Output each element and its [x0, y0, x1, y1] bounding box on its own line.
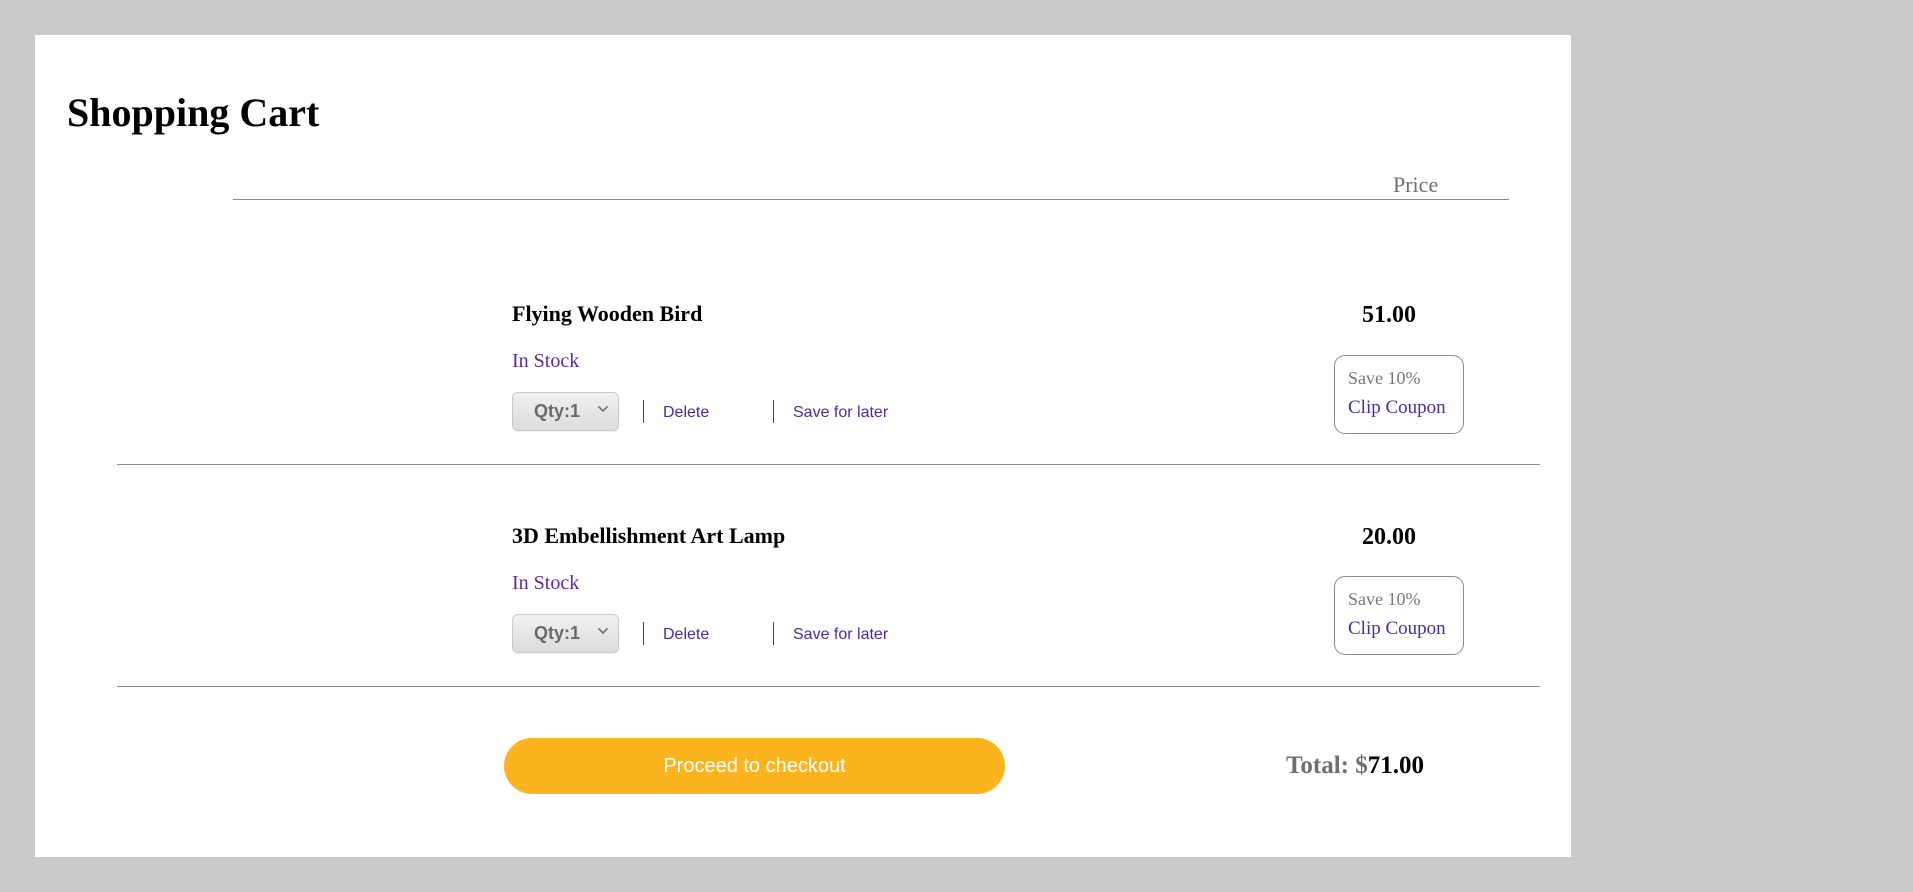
- item-name: Flying Wooden Bird: [512, 301, 703, 326]
- save-for-later-link[interactable]: Save for later: [793, 627, 888, 643]
- quantity-label: Qty:1: [534, 401, 581, 421]
- action-separator: [643, 622, 644, 645]
- delete-link[interactable]: Delete: [663, 627, 709, 643]
- quantity-select[interactable]: Qty:1: [512, 614, 619, 653]
- clip-coupon-link[interactable]: Clip Coupon: [1348, 398, 1446, 417]
- item-name: 3D Embellishment Art Lamp: [512, 523, 786, 548]
- item-price: 51.00: [1362, 302, 1416, 328]
- action-separator: [643, 400, 644, 423]
- clip-coupon-link[interactable]: Clip Coupon: [1348, 619, 1446, 638]
- coupon-box[interactable]: Save 10% Clip Coupon: [1334, 576, 1464, 655]
- stock-status: In Stock: [512, 350, 580, 372]
- coupon-box[interactable]: Save 10% Clip Coupon: [1334, 355, 1464, 434]
- coupon-discount: Save 10%: [1348, 589, 1421, 609]
- price-column-header: Price: [1393, 172, 1439, 197]
- delete-link[interactable]: Delete: [663, 405, 709, 421]
- coupon-discount: Save 10%: [1348, 368, 1421, 388]
- save-for-later-link[interactable]: Save for later: [793, 405, 888, 421]
- item-divider: [117, 464, 1540, 465]
- proceed-to-checkout-button[interactable]: Proceed to checkout: [504, 738, 1005, 794]
- total-value: 71.00: [1367, 752, 1424, 779]
- item-divider: [117, 686, 1540, 687]
- stock-status: In Stock: [512, 572, 580, 594]
- header-divider: [233, 199, 1509, 200]
- page-title: Shopping Cart: [67, 90, 320, 135]
- chevron-down-icon: [598, 628, 608, 634]
- total-label: Total: $: [1286, 752, 1368, 779]
- quantity-select[interactable]: Qty:1: [512, 392, 619, 431]
- cart-total: Total: $71.00: [1286, 753, 1424, 778]
- chevron-down-icon: [598, 406, 608, 412]
- action-separator: [773, 400, 774, 423]
- item-price: 20.00: [1362, 524, 1416, 550]
- cart-panel: Shopping Cart Price Flying Wooden Bird I…: [35, 35, 1571, 857]
- action-separator: [773, 622, 774, 645]
- quantity-label: Qty:1: [534, 623, 581, 643]
